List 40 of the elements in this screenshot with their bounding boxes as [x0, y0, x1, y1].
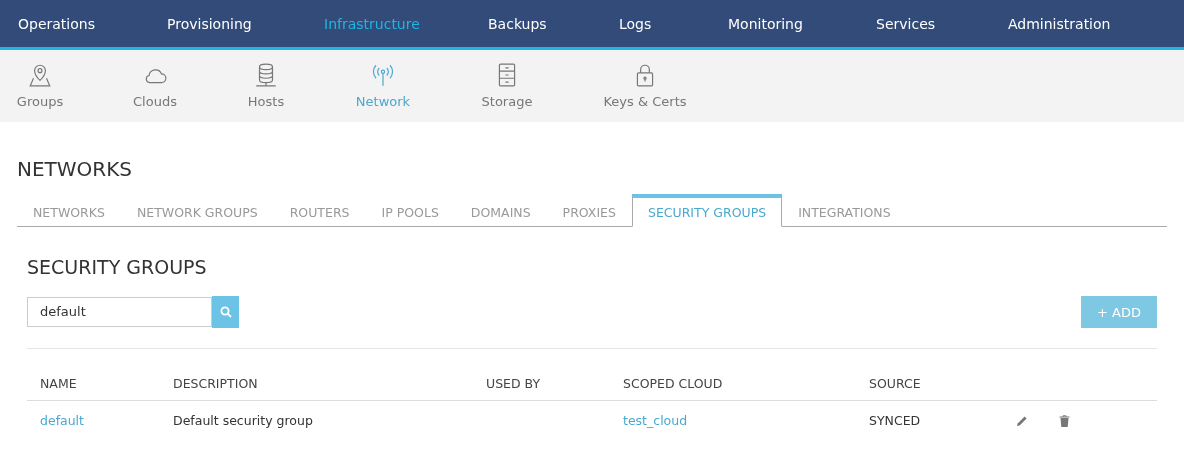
table-link[interactable]: default: [40, 413, 84, 428]
nav-link[interactable]: Monitoring: [728, 15, 876, 32]
nav-link[interactable]: Infrastructure: [324, 15, 488, 32]
nav-link[interactable]: Administration: [1008, 15, 1111, 32]
nav-tile[interactable]: Network: [343, 50, 423, 122]
nav-link[interactable]: Services: [876, 15, 1008, 32]
column-header: USED BY: [473, 349, 610, 401]
tab[interactable]: DOMAINS: [454, 194, 547, 227]
map-pin-icon: [27, 62, 53, 88]
database-icon: [253, 62, 279, 88]
tab[interactable]: INTEGRATIONS: [782, 194, 907, 227]
nav-link[interactable]: Logs: [619, 15, 728, 32]
column-header: SCOPED CLOUD: [610, 349, 856, 401]
column-header: NAME: [27, 349, 160, 401]
delete-icon[interactable]: [1059, 415, 1071, 427]
nav-link[interactable]: Provisioning: [167, 15, 324, 32]
nav-tile[interactable]: Storage: [467, 50, 547, 122]
tab[interactable]: PROXIES: [546, 194, 632, 227]
tab[interactable]: ROUTERS: [273, 194, 366, 227]
page-title: NETWORKS: [17, 157, 134, 183]
table-cell: SYNCED: [869, 413, 921, 428]
nav-link[interactable]: Backups: [488, 15, 619, 32]
nav-link[interactable]: Operations: [18, 15, 167, 32]
search-icon: [219, 305, 232, 318]
edit-icon[interactable]: [1016, 415, 1029, 427]
nav-tile[interactable]: Clouds: [115, 50, 195, 122]
tab[interactable]: SECURITY GROUPS: [631, 194, 783, 227]
nav-tile[interactable]: Groups: [0, 50, 80, 122]
tab[interactable]: NETWORK GROUPS: [120, 194, 274, 227]
nav-tile[interactable]: Hosts: [226, 50, 306, 122]
tab[interactable]: IP POOLS: [365, 194, 455, 227]
nav-tile[interactable]: Keys & Certs: [595, 50, 695, 122]
search-field[interactable]: default: [27, 296, 212, 327]
column-header: SOURCE: [856, 349, 997, 401]
tab[interactable]: NETWORKS: [17, 194, 121, 227]
table-cell: Default security group: [173, 413, 313, 428]
antenna-icon: [370, 62, 396, 88]
column-header: DESCRIPTION: [160, 349, 473, 401]
section-title: SECURITY GROUPS: [27, 256, 208, 280]
table-link[interactable]: test_cloud: [623, 413, 688, 428]
